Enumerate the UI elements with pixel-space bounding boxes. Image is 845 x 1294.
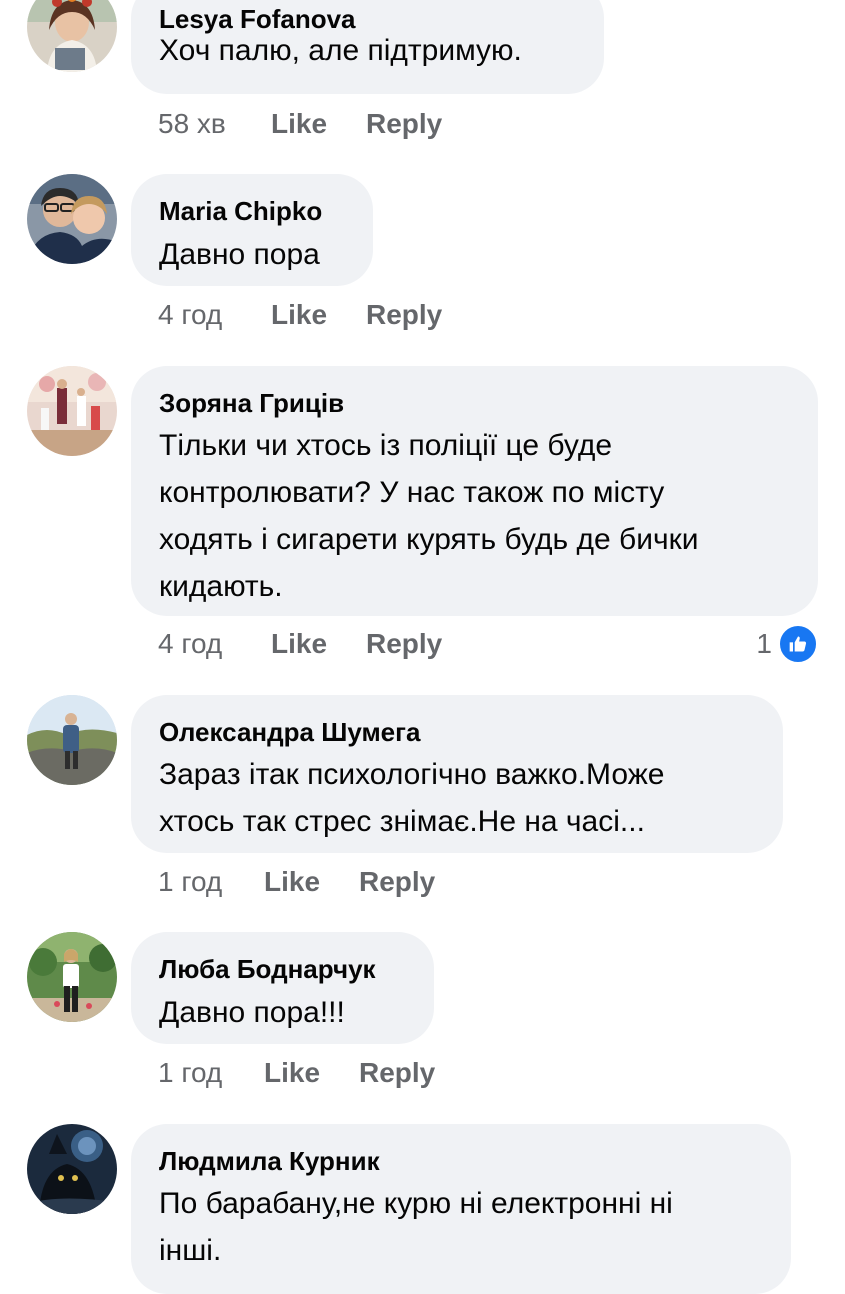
reply-button[interactable]: Reply [359,864,435,900]
comment-time[interactable]: 4 год [158,297,222,333]
reaction-count: 1 [756,628,772,659]
user-avatar-photo [27,0,117,72]
comment-time[interactable]: 1 год [158,1055,222,1091]
reply-button[interactable]: Reply [359,1055,435,1091]
avatar[interactable] [27,174,117,264]
avatar[interactable] [27,932,117,1022]
avatar[interactable] [27,366,117,456]
like-button[interactable]: Like [264,1055,320,1091]
comment-text: Давно пора!!! [159,996,345,1029]
like-button[interactable]: Like [271,297,327,333]
comment-bubble: Lesya Fofanova Хоч палю, але підтримую. [131,0,604,94]
comment-bubble: Люба Боднарчук Давно пора!!! [131,932,434,1044]
like-button[interactable]: Like [264,864,320,900]
comment-author[interactable]: Зоряна Гриців [159,388,344,418]
reply-button[interactable]: Reply [366,106,442,142]
avatar[interactable] [27,695,117,785]
reply-button[interactable]: Reply [366,297,442,333]
comment-bubble: Maria Chipko Давно пора [131,174,373,286]
user-avatar-photo [27,932,117,1022]
comment-text: Хоч палю, але підтримую. [159,34,522,67]
like-reaction-icon [778,624,818,664]
comment-author[interactable]: Людмила Курник [159,1146,380,1176]
like-button[interactable]: Like [271,106,327,142]
comment-bubble: Олександра Шумега Зараз ітак психологічн… [131,695,783,853]
like-button[interactable]: Like [271,626,327,662]
comment-text: Зараз ітак психологічно важко.Може хтось… [159,758,665,838]
comment-bubble: Людмила Курник По барабану,не курю ні ел… [131,1124,791,1294]
comment-author[interactable]: Maria Chipko [159,196,322,226]
reply-button[interactable]: Reply [366,626,442,662]
comment-author[interactable]: Олександра Шумега [159,717,420,747]
user-avatar-photo [27,695,117,785]
comment-time[interactable]: 1 год [158,864,222,900]
comment-time[interactable]: 58 хв [158,106,226,142]
comment-time[interactable]: 4 год [158,626,222,662]
comment-author[interactable]: Люба Боднарчук [159,954,376,984]
user-avatar-photo [27,174,117,264]
comment-bubble: Зоряна Гриців Тільки чи хтось із поліції… [131,366,818,616]
reaction-summary[interactable]: 1 [756,624,818,664]
comment-text: По барабану,не курю ні електронні ні інш… [159,1187,673,1267]
user-avatar-photo [27,1124,117,1214]
user-avatar-photo [27,366,117,456]
avatar[interactable] [27,1124,117,1214]
avatar[interactable] [27,0,117,72]
comment-text: Давно пора [159,238,320,271]
comment-text: Тільки чи хтось із поліції це буде контр… [159,429,699,603]
